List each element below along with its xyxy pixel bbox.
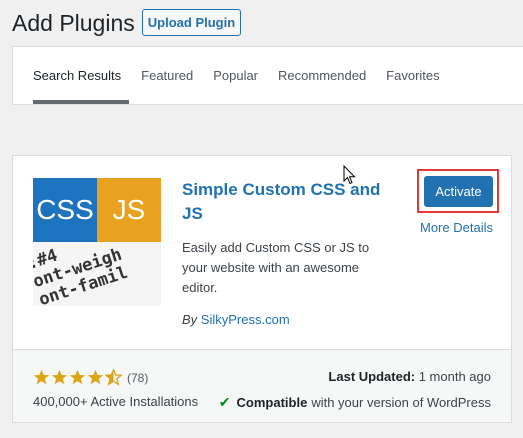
star-half-icon: [105, 369, 122, 386]
page-title: Add Plugins: [12, 10, 135, 36]
compat-label: Compatible: [236, 395, 308, 410]
compat-text: with your version of WordPress: [311, 395, 491, 410]
tab-search-results[interactable]: Search Results: [13, 47, 131, 104]
last-updated-value: 1 month ago: [418, 369, 491, 384]
plugin-card: CSS JS :#4 ont-weigh ont-famil Simple Cu…: [12, 155, 512, 423]
star-icon: [51, 369, 68, 385]
author-link[interactable]: SilkyPress.com: [201, 312, 290, 327]
thumb-css-block: CSS: [33, 178, 97, 242]
tab-recommended[interactable]: Recommended: [268, 47, 376, 104]
star-rating: (78): [33, 369, 148, 386]
active-installations: 400,000+ Active Installations: [33, 394, 199, 409]
tab-favorites[interactable]: Favorites: [376, 47, 449, 104]
plugin-description: Easily add Custom CSS or JS to your webs…: [182, 240, 370, 295]
plugin-thumbnail[interactable]: CSS JS :#4 ont-weigh ont-famil: [33, 178, 161, 306]
author-prefix: By: [182, 312, 198, 327]
checkmark-icon: ✔: [218, 394, 231, 410]
rating-count: (78): [127, 370, 149, 385]
compatibility: ✔ Compatible with your version of WordPr…: [219, 394, 491, 411]
plugin-author: By SilkyPress.com: [182, 312, 290, 327]
filter-bar: Search Results Featured Popular Recommen…: [12, 46, 523, 105]
tab-featured[interactable]: Featured: [131, 47, 203, 104]
more-details-link[interactable]: More Details: [420, 220, 493, 235]
last-updated: Last Updated: 1 month ago: [328, 369, 491, 384]
last-updated-label: Last Updated:: [328, 369, 416, 384]
mouse-pointer-icon: [343, 165, 356, 185]
tab-popular[interactable]: Popular: [203, 47, 268, 104]
plugin-filter-tabs: Search Results Featured Popular Recommen…: [13, 47, 450, 104]
star-icon: [87, 369, 104, 385]
upload-plugin-button[interactable]: Upload Plugin: [142, 9, 241, 36]
activate-button[interactable]: Activate: [424, 176, 493, 207]
plugin-name-link[interactable]: Simple Custom CSS and JS: [182, 178, 382, 226]
star-icon: [33, 369, 50, 385]
star-icon: [69, 369, 86, 385]
